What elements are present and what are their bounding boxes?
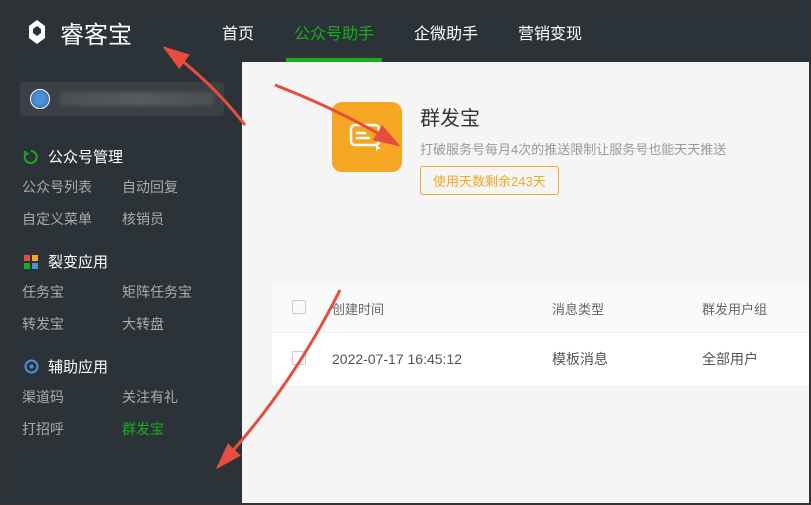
- menu-section-account: 公众号管理 公众号列表 自动回复 自定义菜单 核销员: [2, 146, 242, 229]
- feature-card: 群发宝 打破服务号每月4次的推送限制让服务号也能天天推送 使用天数剩余243天: [272, 102, 809, 195]
- sidebar: 公众号管理 公众号列表 自动回复 自定义菜单 核销员 裂变应用: [2, 62, 242, 503]
- nav-wechat-helper[interactable]: 公众号助手: [294, 2, 374, 62]
- broadcast-icon: [332, 102, 402, 172]
- sidebar-item-auto-reply[interactable]: 自动回复: [122, 177, 222, 197]
- top-header: 睿客宝 首页 公众号助手 企微助手 营销变现: [2, 2, 809, 62]
- sidebar-item-forward-bao[interactable]: 转发宝: [22, 314, 122, 334]
- nav-home[interactable]: 首页: [222, 2, 254, 62]
- sidebar-item-greeting[interactable]: 打招呼: [22, 419, 122, 439]
- menu-title-aux: 辅助应用: [48, 356, 108, 377]
- broadcast-table: 创建时间 消息类型 群发用户组 2022-07-17 16:45:12 模板消息…: [272, 285, 809, 385]
- nav-enterprise-helper[interactable]: 企微助手: [414, 2, 478, 62]
- logo-icon: [22, 17, 52, 47]
- account-selector[interactable]: [20, 82, 224, 116]
- feature-desc: 打破服务号每月4次的推送限制让服务号也能天天推送: [420, 139, 726, 158]
- table-row[interactable]: 2022-07-17 16:45:12 模板消息 全部用户: [272, 333, 809, 385]
- sidebar-item-account-list[interactable]: 公众号列表: [22, 177, 122, 197]
- refresh-icon: [22, 148, 40, 166]
- sidebar-item-custom-menu[interactable]: 自定义菜单: [22, 209, 122, 229]
- menu-title-account: 公众号管理: [48, 146, 123, 167]
- sidebar-item-task-bao[interactable]: 任务宝: [22, 282, 122, 302]
- logo[interactable]: 睿客宝: [22, 15, 132, 50]
- th-user-group: 群发用户组: [702, 299, 789, 318]
- top-nav: 首页 公众号助手 企微助手 营销变现: [222, 2, 582, 62]
- menu-section-fission: 裂变应用 任务宝 矩阵任务宝 转发宝 大转盘: [2, 251, 242, 334]
- feature-badge: 使用天数剩余243天: [420, 166, 559, 195]
- menu-title-fission: 裂变应用: [48, 251, 108, 272]
- puzzle-icon: [22, 358, 40, 376]
- th-create-time: 创建时间: [332, 299, 552, 318]
- menu-header-fission: 裂变应用: [2, 251, 242, 282]
- sidebar-item-wheel[interactable]: 大转盘: [122, 314, 222, 334]
- select-all-checkbox[interactable]: [292, 300, 306, 314]
- sidebar-item-verifier[interactable]: 核销员: [122, 209, 222, 229]
- menu-header-account: 公众号管理: [2, 146, 242, 177]
- row-checkbox[interactable]: [292, 351, 306, 365]
- account-name-blurred: [60, 92, 214, 106]
- td-msg-type: 模板消息: [552, 349, 702, 369]
- feature-title: 群发宝: [420, 102, 726, 131]
- grid-icon: [22, 253, 40, 271]
- sidebar-item-matrix-task[interactable]: 矩阵任务宝: [122, 282, 222, 302]
- sidebar-item-channel-code[interactable]: 渠道码: [22, 387, 122, 407]
- account-avatar-icon: [30, 89, 50, 109]
- nav-marketing[interactable]: 营销变现: [518, 2, 582, 62]
- logo-text: 睿客宝: [60, 15, 132, 50]
- td-user-group: 全部用户: [702, 349, 789, 369]
- table-header: 创建时间 消息类型 群发用户组: [272, 285, 809, 333]
- menu-header-aux: 辅助应用: [2, 356, 242, 387]
- th-msg-type: 消息类型: [552, 299, 702, 318]
- sidebar-item-follow-gift[interactable]: 关注有礼: [122, 387, 222, 407]
- menu-section-aux: 辅助应用 渠道码 关注有礼 打招呼 群发宝: [2, 356, 242, 439]
- td-create-time: 2022-07-17 16:45:12: [332, 351, 552, 367]
- main-content: 群发宝 打破服务号每月4次的推送限制让服务号也能天天推送 使用天数剩余243天 …: [242, 62, 809, 503]
- sidebar-item-qunfa-bao[interactable]: 群发宝: [122, 419, 222, 439]
